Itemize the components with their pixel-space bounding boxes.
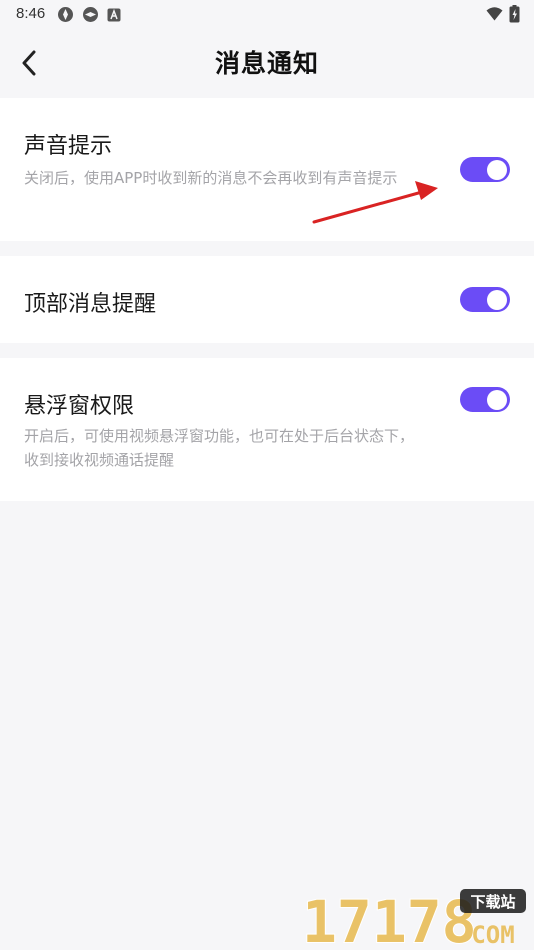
top-message-toggle[interactable]: [460, 287, 510, 312]
toggle-knob: [487, 389, 507, 410]
setting-description-floating-window: 开启后，可使用视频悬浮窗功能，也可在处于后台状态下，收到接收视频通话提醒: [24, 427, 415, 469]
app-a-icon: [107, 8, 121, 21]
setting-title-sound: 声音提示: [24, 134, 113, 159]
watermark-logo: 17178 下载站 COM: [301, 887, 526, 946]
annotation-arrow-icon: [312, 181, 438, 224]
status-time: 8:46: [16, 5, 46, 22]
notification-icon-1: [58, 7, 73, 22]
toggle-knob: [487, 159, 507, 180]
toggle-knob: [487, 289, 507, 310]
battery-icon: [509, 5, 520, 23]
page-title: 消息通知: [214, 49, 319, 78]
notification-icon-2: [83, 7, 98, 22]
setting-title-top-message: 顶部消息提醒: [24, 292, 157, 317]
watermark-domain: COM: [471, 921, 514, 946]
sound-toggle[interactable]: [460, 157, 510, 182]
setting-title-floating-window: 悬浮窗权限: [24, 394, 135, 419]
status-notification-icons: [57, 6, 121, 23]
status-bar: 8:46: [0, 0, 534, 30]
floating-window-toggle[interactable]: [460, 387, 510, 412]
watermark-number: 17178: [302, 888, 477, 946]
wifi-icon: [486, 7, 503, 21]
watermark-badge: 下载站: [470, 893, 515, 911]
status-system-icons: [486, 5, 520, 23]
setting-card-floating-window: 悬浮窗权限 开启后，可使用视频悬浮窗功能，也可在处于后台状态下，收到接收视频通话…: [0, 358, 534, 501]
setting-card-top-message: 顶部消息提醒: [0, 256, 534, 343]
setting-card-sound: 声音提示 关闭后，使用APP时收到新的消息不会再收到有声音提示: [0, 98, 534, 241]
navigation-bar: 消息通知: [0, 30, 534, 96]
